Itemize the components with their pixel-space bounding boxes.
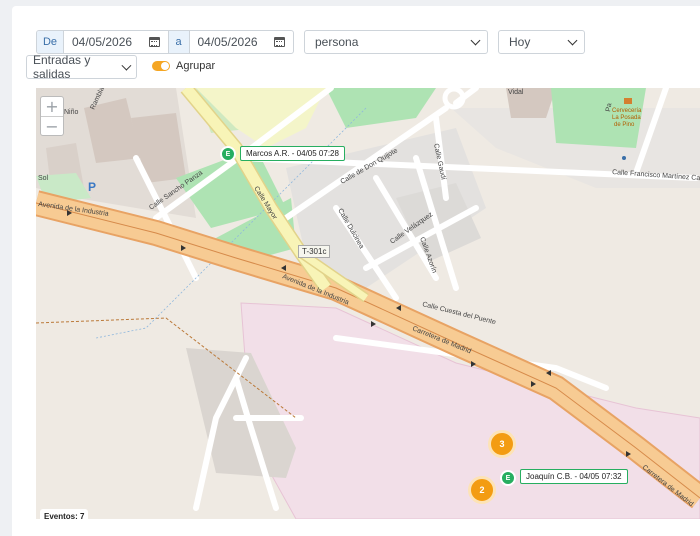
zoom-out-button[interactable]: − (41, 117, 63, 136)
from-prefix: De (37, 31, 64, 53)
chevron-down-icon (470, 35, 481, 46)
cluster-marker[interactable]: 3 (488, 430, 516, 458)
period-select-value: Hoy (509, 35, 531, 49)
calendar-icon[interactable] (148, 37, 160, 47)
poi-line-1: Cervecería (612, 108, 642, 114)
poi-line-2: La Posada (612, 115, 641, 121)
group-toggle[interactable] (152, 61, 170, 71)
chevron-down-icon (567, 35, 578, 46)
group-toggle-label: Agrupar (176, 60, 216, 72)
map-base: Sol Niño Rambla Avenida de la Industria … (36, 88, 700, 519)
marker-label[interactable]: Marcos A.R. - 04/05 07:28 (240, 146, 345, 161)
period-select[interactable]: Hoy (498, 30, 585, 54)
marker-label[interactable]: Joaquín C.B. - 04/05 07:32 (520, 469, 628, 484)
street-nino: Niño (64, 109, 79, 116)
entry-marker[interactable]: E (500, 470, 516, 486)
entry-marker[interactable]: E (220, 146, 236, 162)
from-date-value: 04/05/2026 (72, 35, 133, 49)
calendar-icon[interactable] (274, 37, 285, 47)
street-vidal: Vidal (508, 89, 524, 96)
zoom-control: + − (40, 96, 64, 136)
date-range-group: De 04/05/2026 a 04/05/2026 (36, 30, 294, 54)
to-date-input[interactable]: 04/05/2026 (190, 31, 294, 53)
events-count: Eventos: 7 (40, 509, 89, 519)
map-view[interactable]: Sol Niño Rambla Avenida de la Industria … (36, 88, 700, 519)
from-date-input[interactable]: 04/05/2026 (64, 31, 168, 53)
cluster-marker[interactable]: 2 (468, 476, 496, 504)
to-date-value: 04/05/2026 (197, 35, 258, 49)
event-type-value: Entradas y salidas (33, 53, 91, 81)
person-select[interactable]: persona (304, 30, 488, 54)
parking-icon: P (88, 180, 96, 194)
person-select-value: persona (315, 35, 359, 49)
road-tag: T-301c (298, 245, 331, 258)
street-sol: Sol (38, 175, 49, 182)
to-prefix: a (167, 31, 190, 53)
zoom-in-button[interactable]: + (41, 97, 63, 117)
group-toggle-wrap: Agrupar (152, 60, 215, 72)
event-type-select[interactable]: Entradas y salidas (26, 53, 137, 81)
poi-line-3: de Pino (614, 122, 635, 128)
